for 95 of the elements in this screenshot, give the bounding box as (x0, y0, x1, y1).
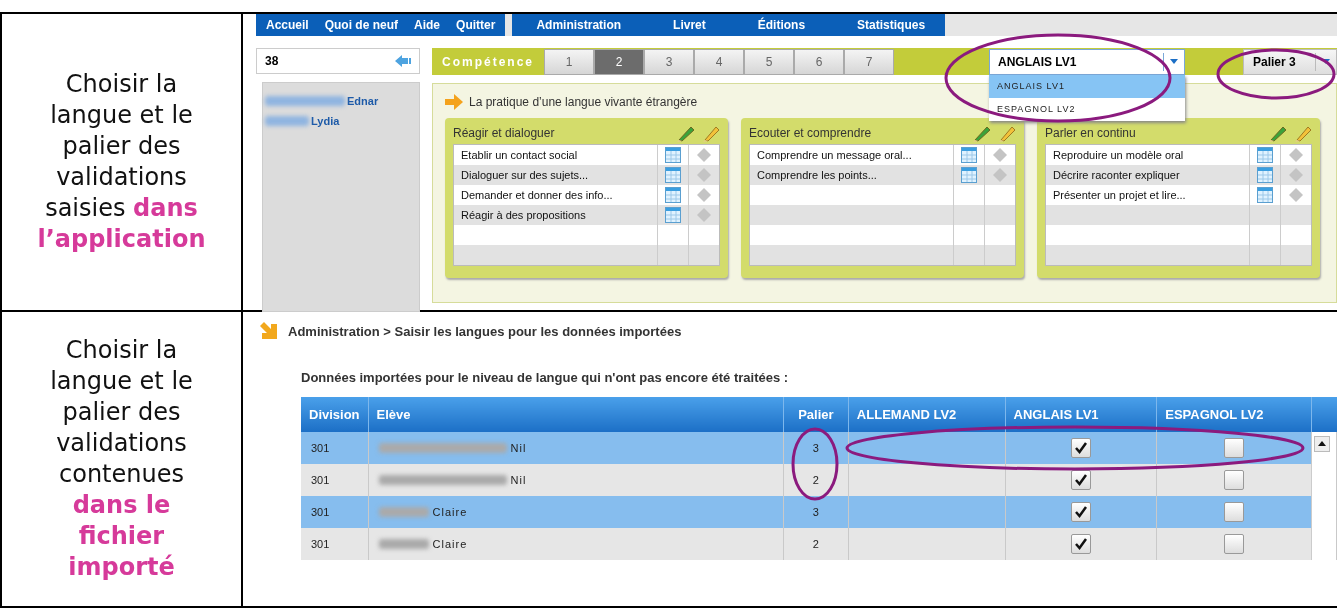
calendar-icon[interactable] (665, 187, 681, 203)
caret-icon (1170, 59, 1179, 64)
pencil-icon[interactable] (972, 124, 992, 142)
panel-title: Réagir et dialoguer (453, 126, 556, 140)
calendar-icon[interactable] (1257, 167, 1273, 183)
panel-title: Ecouter et comprendre (749, 126, 873, 140)
scroll-up-icon[interactable] (1314, 436, 1330, 452)
arrow-left-icon[interactable] (395, 55, 413, 67)
skill-item[interactable]: Présenter un projet et lire... (1053, 189, 1186, 201)
caret-icon (1322, 59, 1330, 64)
menu-link[interactable]: Statistiques (857, 18, 926, 32)
calendar-icon[interactable] (665, 207, 681, 223)
number-tab[interactable]: 1 (544, 48, 595, 75)
diamond-icon[interactable] (1289, 168, 1303, 182)
student-name: Claire (432, 538, 468, 550)
student-name: Nil (510, 442, 527, 454)
number-tab[interactable]: 4 (694, 48, 745, 75)
diamond-icon[interactable] (697, 148, 711, 162)
student-name[interactable]: Ednar (347, 95, 379, 107)
pencil-icon[interactable] (998, 124, 1016, 142)
menu-link[interactable]: Accueil (266, 18, 309, 32)
section-heading: Données importées pour le niveau de langue qui n'ont pas encore été traitées : (301, 370, 790, 385)
column-header: Palier (783, 397, 849, 432)
arrow-right-icon (445, 94, 463, 110)
checkbox[interactable] (1070, 470, 1091, 490)
checkbox[interactable] (1070, 438, 1091, 458)
checkbox[interactable] (1224, 534, 1245, 554)
column-header: ALLEMAND LV2 (848, 397, 1006, 432)
table-cell: 301 (301, 432, 369, 464)
caption-text: Choisir la langue et le palier des validations saisies dans l’application (36, 69, 207, 255)
calendar-icon[interactable] (961, 167, 977, 183)
skill-item[interactable]: Reproduire un modèle oral (1053, 149, 1184, 161)
diamond-icon[interactable] (1289, 148, 1303, 162)
menu-link[interactable]: Éditions (757, 18, 806, 32)
column-header: Elève (368, 397, 784, 432)
skill-item[interactable]: Demander et donner des info... (461, 189, 613, 201)
menu-link[interactable]: Livret (673, 18, 706, 32)
calendar-icon[interactable] (665, 147, 681, 163)
column-header: ESPAGNOL LV2 (1156, 397, 1312, 432)
panel-title: Parler en continu (1045, 126, 1137, 140)
number-tab[interactable]: 6 (794, 48, 845, 75)
pencil-icon[interactable] (676, 124, 696, 142)
domain-title: La pratique d’une langue vivante étrangère (469, 95, 698, 109)
number-tab[interactable]: 7 (844, 48, 895, 75)
diamond-icon[interactable] (1289, 188, 1303, 202)
calendar-icon[interactable] (961, 147, 977, 163)
search-field[interactable]: 38 (256, 48, 420, 74)
checkbox[interactable] (1224, 438, 1245, 458)
table-cell: 3 (783, 496, 849, 528)
checkbox[interactable] (1224, 502, 1245, 522)
diamond-icon[interactable] (993, 148, 1007, 162)
skill-item[interactable]: Etablir un contact social (461, 149, 578, 161)
table-cell: 301 (301, 464, 369, 496)
calendar-icon[interactable] (665, 167, 681, 183)
column-header: ANGLAIS LV1 (1005, 397, 1157, 432)
student-name[interactable]: Lydia (311, 115, 340, 127)
student-name: Claire (432, 506, 468, 518)
number-tab[interactable]: 5 (744, 48, 795, 75)
competence-label: Compétence (441, 54, 536, 69)
table-cell: 301 (301, 496, 369, 528)
skill-item[interactable]: Comprendre un message oral... (757, 149, 912, 161)
blurred-name (378, 507, 429, 517)
diamond-icon[interactable] (993, 168, 1007, 182)
checkbox[interactable] (1070, 534, 1091, 554)
menu-link[interactable]: Aide (414, 18, 441, 32)
table-cell: 301 (301, 528, 369, 560)
blurred-name (265, 116, 309, 126)
checkmark-icon (1073, 537, 1088, 551)
checkbox[interactable] (1224, 470, 1245, 490)
diamond-icon[interactable] (697, 168, 711, 182)
arrow-down-right-icon (260, 322, 278, 340)
pencil-icon[interactable] (1294, 124, 1312, 142)
calendar-icon[interactable] (1257, 147, 1273, 163)
diamond-icon[interactable] (697, 188, 711, 202)
menu-link[interactable]: Quoi de neuf (324, 18, 399, 32)
menu-link[interactable]: Administration (536, 18, 622, 32)
dropdown-option[interactable]: ESPAGNOL LV2 (989, 97, 1186, 121)
checkbox[interactable] (1070, 502, 1091, 522)
breadcrumb: Administration > Saisir les langues pour les données importées (288, 323, 682, 339)
diamond-icon[interactable] (697, 208, 711, 222)
student-name: Nil (510, 474, 527, 486)
checkmark-icon (1073, 441, 1088, 455)
pencil-icon[interactable] (1268, 124, 1288, 142)
checkmark-icon (1073, 505, 1088, 519)
blurred-name (378, 539, 429, 549)
menu-link[interactable]: Quitter (456, 18, 496, 32)
caption-text: Choisir la langue et le palier des validations contenues dans le fichier importé (49, 335, 194, 583)
number-tab[interactable]: 2 (594, 48, 645, 75)
checkmark-icon (1073, 473, 1088, 487)
table-cell: 2 (783, 528, 849, 560)
calendar-icon[interactable] (1257, 187, 1273, 203)
pencil-icon[interactable] (702, 124, 720, 142)
column-header: Division (301, 397, 369, 432)
dropdown-option[interactable]: ANGLAIS LV1 (989, 74, 1186, 98)
number-tab[interactable]: 3 (644, 48, 695, 75)
